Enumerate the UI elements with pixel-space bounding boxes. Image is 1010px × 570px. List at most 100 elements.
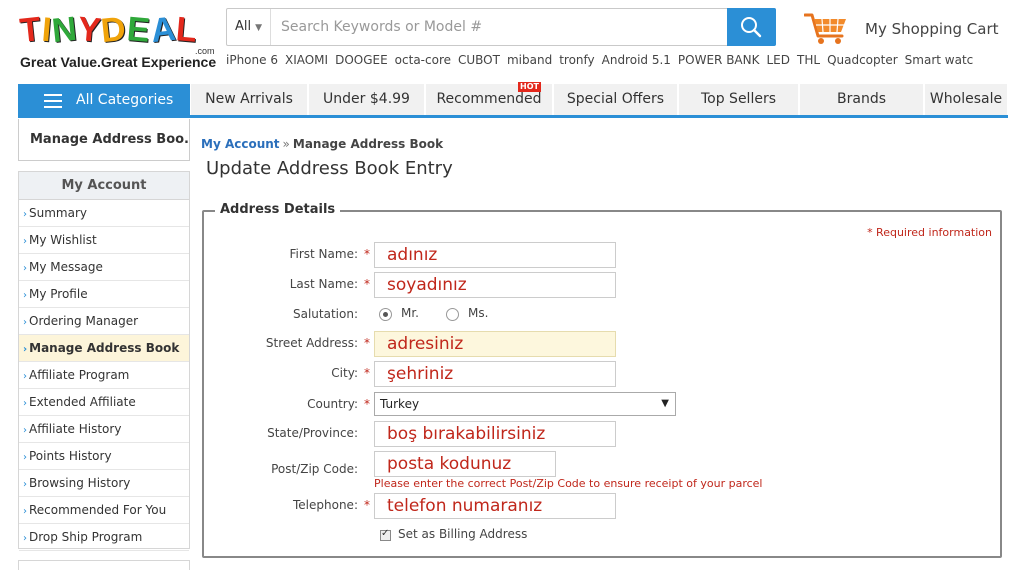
salutation-row: Salutation: Mr. Ms.: [204, 302, 1000, 328]
dropdown-arrow-icon: ▼: [661, 398, 669, 409]
hot-search-link[interactable]: Android 5.1: [602, 53, 671, 67]
billing-address-checkbox[interactable]: [380, 528, 391, 541]
nav-tab-under-4-99[interactable]: Under $4.99: [309, 84, 425, 115]
logo-letter: N: [50, 9, 80, 51]
street-address-row: Street Address: * adresiniz: [204, 331, 1000, 357]
form-legend: Address Details: [215, 202, 341, 217]
hot-search-link[interactable]: tronfy: [559, 53, 594, 67]
cart-label: My Shopping Cart: [865, 20, 999, 38]
city-row: City: * şehriniz: [204, 361, 1000, 387]
nav-tab-recommended[interactable]: Recommended HOT: [426, 82, 553, 115]
required-star: *: [364, 277, 370, 291]
sidebar-item-label: Ordering Manager: [29, 314, 139, 328]
nav-tab-wholesale[interactable]: Wholesale: [925, 84, 1008, 115]
all-categories-label: All Categories: [76, 92, 174, 108]
sidebar-item-label: Extended Affiliate: [29, 395, 136, 409]
hot-search-link[interactable]: POWER BANK: [678, 53, 760, 67]
chevron-right-icon: ›: [23, 317, 27, 328]
nav-tab-special-offers[interactable]: Special Offers: [554, 84, 678, 115]
street-address-input[interactable]: adresiniz: [374, 331, 616, 357]
salutation-mr-label: Mr.: [401, 306, 419, 320]
sidebar-item-extended-affiliate[interactable]: › Extended Affiliate: [19, 389, 189, 416]
sidebar-item-drop-ship-program[interactable]: › Drop Ship Program: [19, 524, 189, 551]
breadcrumb-separator: »: [282, 137, 290, 151]
street-address-label: Street Address:: [265, 336, 358, 350]
chevron-right-icon: ›: [23, 209, 27, 220]
sidebar-item-my-profile[interactable]: › My Profile: [19, 281, 189, 308]
hot-search-link[interactable]: THL: [797, 53, 820, 67]
search-input[interactable]: [273, 9, 727, 45]
sidebar-item-my-wishlist[interactable]: › My Wishlist: [19, 227, 189, 254]
sidebar-item-browsing-history[interactable]: › Browsing History: [19, 470, 189, 497]
sidebar-current-page: Manage Address Boo...: [18, 119, 190, 161]
sidebar-item-affiliate-history[interactable]: › Affiliate History: [19, 416, 189, 443]
postcode-row: Post/Zip Code: posta kodunuz: [204, 451, 1000, 477]
sidebar-item-ordering-manager[interactable]: › Ordering Manager: [19, 308, 189, 335]
nav-tab-label: Top Sellers: [700, 91, 777, 107]
chevron-right-icon: ›: [23, 398, 27, 409]
site-header: TINYDEAL .com Great Value.Great Experien…: [0, 0, 1010, 84]
country-select[interactable]: Turkey ▼: [374, 392, 676, 416]
sidebar-item-manage-address-book[interactable]: › Manage Address Book: [19, 335, 189, 362]
required-info-note: * Required information: [867, 226, 992, 239]
hot-search-link[interactable]: miband: [507, 53, 552, 67]
nav-tab-label: Brands: [837, 91, 886, 107]
breadcrumb: My Account» Manage Address Book: [201, 137, 443, 151]
chevron-right-icon: ›: [23, 479, 27, 490]
nav-tab-new-arrivals[interactable]: New Arrivals: [191, 84, 308, 115]
sidebar-item-label: Affiliate Program: [29, 368, 130, 382]
hot-search-link[interactable]: LED: [767, 53, 791, 67]
sidebar-item-label: Drop Ship Program: [29, 530, 143, 544]
hot-search-link[interactable]: Smart watc: [905, 53, 974, 67]
all-categories-button[interactable]: All Categories: [18, 84, 190, 118]
hot-badge: HOT: [518, 82, 541, 92]
nav-tab-label: New Arrivals: [205, 91, 293, 107]
nav-tab-label: Recommended: [436, 91, 542, 107]
last-name-row: Last Name: * soyadınız: [204, 272, 1000, 298]
sidebar-item-label: My Profile: [29, 287, 88, 301]
sidebar-item-points-history[interactable]: › Points History: [19, 443, 189, 470]
sidebar-item-my-message[interactable]: › My Message: [19, 254, 189, 281]
first-name-row: First Name: * adınız: [204, 242, 1000, 268]
country-row: Country: * Turkey ▼: [204, 392, 1000, 418]
sidebar-item-recommended-for-you[interactable]: › Recommended For You: [19, 497, 189, 524]
search-button[interactable]: [727, 8, 776, 46]
breadcrumb-current: Manage Address Book: [292, 137, 444, 151]
search-category-select[interactable]: All ▼: [227, 9, 271, 45]
required-star: *: [364, 247, 370, 261]
hot-search-link[interactable]: iPhone 6: [226, 53, 278, 67]
chevron-right-icon: ›: [23, 371, 27, 382]
nav-tab-top-sellers[interactable]: Top Sellers: [679, 84, 799, 115]
sidebar-item-summary[interactable]: › Summary: [19, 200, 189, 227]
telephone-label: Telephone:: [293, 498, 358, 512]
postcode-input[interactable]: posta kodunuz: [374, 451, 556, 477]
nav-tab-label: Under $4.99: [323, 91, 410, 107]
first-name-input[interactable]: adınız: [374, 242, 616, 268]
hot-search-link[interactable]: Quadcopter: [827, 53, 898, 67]
required-star: *: [364, 397, 370, 411]
hot-search-link[interactable]: CUBOT: [458, 53, 500, 67]
last-name-input[interactable]: soyadınız: [374, 272, 616, 298]
sidebar-item-label: My Wishlist: [29, 233, 97, 247]
breadcrumb-my-account-link[interactable]: My Account: [201, 137, 280, 151]
salutation-mr-radio[interactable]: [379, 308, 392, 321]
state-input[interactable]: boş bırakabilirsiniz: [374, 421, 616, 447]
sidebar-item-affiliate-program[interactable]: › Affiliate Program: [19, 362, 189, 389]
hot-search-link[interactable]: XIAOMI: [285, 53, 328, 67]
hot-search-link[interactable]: DOOGEE: [335, 53, 388, 67]
logo-letter: L: [174, 10, 200, 50]
nav-tab-brands[interactable]: Brands: [800, 84, 924, 115]
cart-icon: [804, 13, 846, 44]
hot-search-link[interactable]: octa-core: [395, 53, 451, 67]
required-star: *: [364, 366, 370, 380]
state-row: State/Province: boş bırakabilirsiniz: [204, 421, 1000, 447]
salutation-ms-label: Ms.: [468, 306, 489, 320]
salutation-ms-radio[interactable]: [446, 308, 459, 321]
postcode-hint: Please enter the correct Post/Zip Code t…: [374, 477, 763, 490]
shopping-cart-link[interactable]: My Shopping Cart: [804, 12, 1004, 48]
chevron-down-icon: ▼: [255, 23, 263, 33]
tinydeal-logo[interactable]: TINYDEAL .com Great Value.Great Experien…: [18, 9, 216, 72]
city-input[interactable]: şehriniz: [374, 361, 616, 387]
country-label: Country:: [307, 397, 358, 411]
telephone-input[interactable]: telefon numaranız: [374, 493, 616, 519]
